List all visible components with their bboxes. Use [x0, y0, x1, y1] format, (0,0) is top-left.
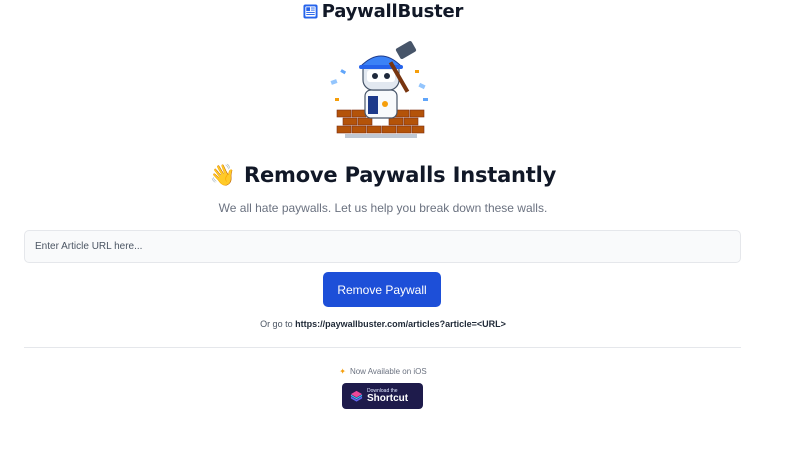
newspaper-icon	[303, 3, 318, 19]
waving-hand-icon: 👋	[209, 162, 236, 187]
article-url-input[interactable]	[24, 230, 741, 263]
page-title: Remove Paywalls Instantly	[244, 163, 557, 187]
alternative-url-hint: Or go to https://paywallbuster.com/artic…	[0, 319, 766, 329]
download-shortcut-button[interactable]: Download the Shortcut	[342, 383, 423, 409]
section-divider	[24, 347, 741, 348]
shortcut-title: Shortcut	[367, 392, 409, 404]
alt-url-pattern[interactable]: https://paywallbuster.com/articles?artic…	[295, 319, 506, 329]
ios-availability: ✦ Now Available on iOS	[0, 367, 766, 376]
alt-prefix: Or go to	[260, 319, 293, 329]
sparkle-icon: ✦	[339, 367, 346, 376]
shortcuts-icon	[350, 390, 363, 402]
remove-paywall-button[interactable]: Remove Paywall	[323, 272, 441, 307]
ios-availability-text: Now Available on iOS	[349, 367, 427, 376]
page-subtitle: We all hate paywalls. Let us help you br…	[218, 201, 548, 215]
page-headline: 👋 Remove Paywalls Instantly	[0, 163, 766, 187]
brand-name: PaywallBuster	[321, 0, 464, 22]
brand-header[interactable]: PaywallBuster	[0, 0, 766, 22]
worker-breaking-wall-illustration	[330, 41, 428, 138]
